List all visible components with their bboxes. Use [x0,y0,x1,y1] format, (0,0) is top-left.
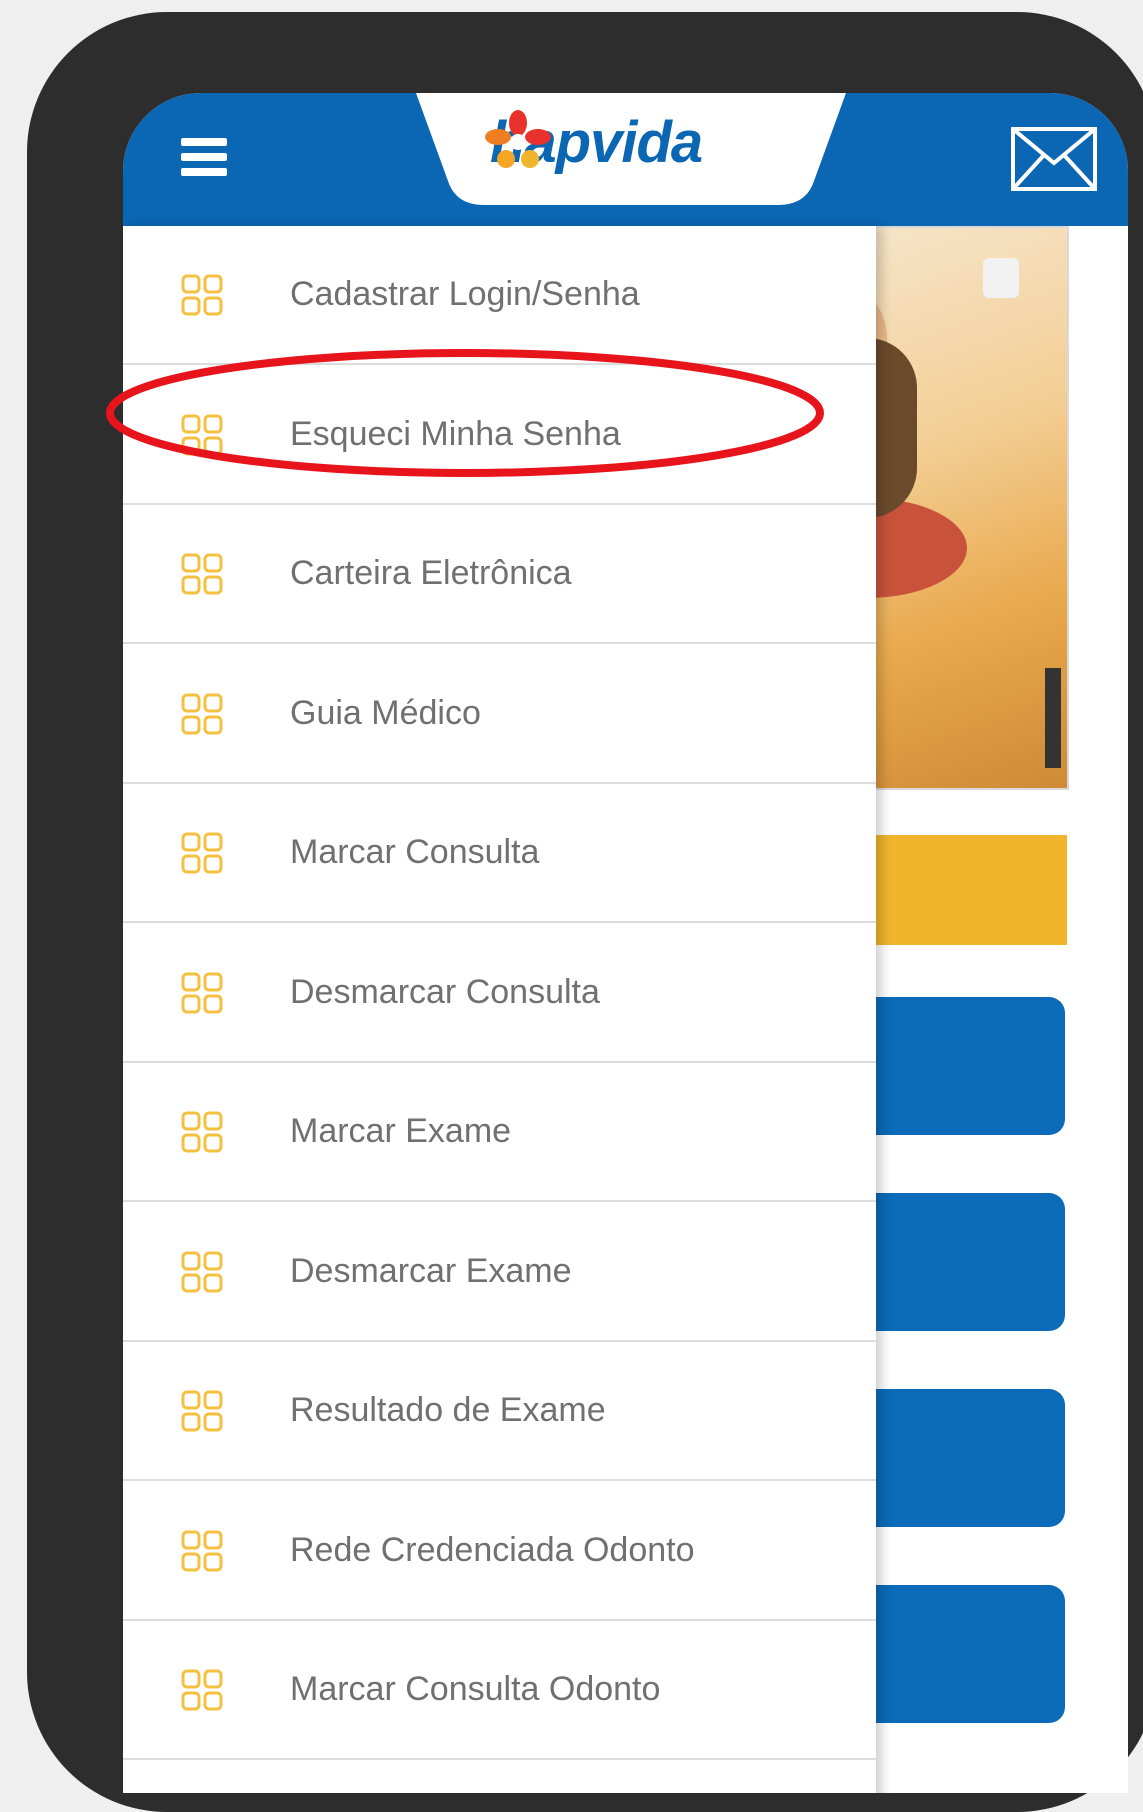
drawer-menu-item-label: Desmarcar Consulta [290,973,600,1011]
grid-icon [181,1390,223,1432]
hapvida-logo[interactable]: hapvida [484,109,703,176]
drawer-menu-item-label: Marcar Consulta Odonto [290,1670,661,1708]
drawer-menu-item-label: Rede Credenciada Odonto [290,1531,695,1569]
envelope-icon[interactable] [1011,127,1097,196]
grid-icon [181,1111,223,1153]
grid-icon [181,1251,223,1293]
drawer-menu-item[interactable]: Marcar Consulta Odonto [123,1621,876,1760]
grid-icon [181,972,223,1014]
drawer-menu-item-label: Guia Médico [290,694,481,732]
drawer-menu-item-label: Carteira Eletrônica [290,554,572,592]
phone-frame: hapvida Cadastrar Login/Senha Esqueci Min… [27,12,1143,1812]
drawer-menu-item[interactable]: Marcar Exame [123,1063,876,1202]
banner-ans-tag [1045,668,1061,768]
grid-icon [181,553,223,595]
drawer-menu-item-label: Marcar Exame [290,1112,512,1150]
grid-icon [181,274,223,316]
grid-icon [181,832,223,874]
drawer-menu-item[interactable]: Resultado de Exame [123,1342,876,1481]
grid-icon [181,1530,223,1572]
side-drawer: Cadastrar Login/Senha Esqueci Minha Senha… [123,226,876,1793]
drawer-menu-item[interactable]: Carteira Eletrônica [123,505,876,644]
banner-plant [983,258,1019,298]
drawer-menu-item-label: Resultado de Exame [290,1391,606,1429]
drawer-menu-item[interactable]: Desmarcar Consulta [123,924,876,1063]
grid-icon [181,1669,223,1711]
drawer-menu-item[interactable]: Marcar Consulta [123,784,876,923]
drawer-menu-item[interactable]: Rede Credenciada Odonto [123,1482,876,1621]
grid-icon [181,414,223,456]
app-screen: hapvida Cadastrar Login/Senha Esqueci Min… [123,93,1128,1793]
grid-icon [181,693,223,735]
app-header: hapvida [123,93,1128,226]
drawer-menu-item-label: Cadastrar Login/Senha [290,275,640,313]
drawer-menu-item-label: Marcar Consulta [290,833,540,871]
drawer-menu-item[interactable]: Esqueci Minha Senha [123,366,876,505]
drawer-menu-item[interactable]: Guia Médico [123,645,876,784]
drawer-menu-item[interactable]: Desmarcar Exame [123,1203,876,1342]
drawer-menu-item[interactable]: Cadastrar Login/Senha [123,226,876,365]
flower-logo-icon [485,110,551,168]
hamburger-menu-icon[interactable] [181,138,227,178]
drawer-menu-item-label: Esqueci Minha Senha [290,415,621,453]
logo-tab: hapvida [416,93,846,205]
drawer-menu-item-label: Desmarcar Exame [290,1252,572,1290]
